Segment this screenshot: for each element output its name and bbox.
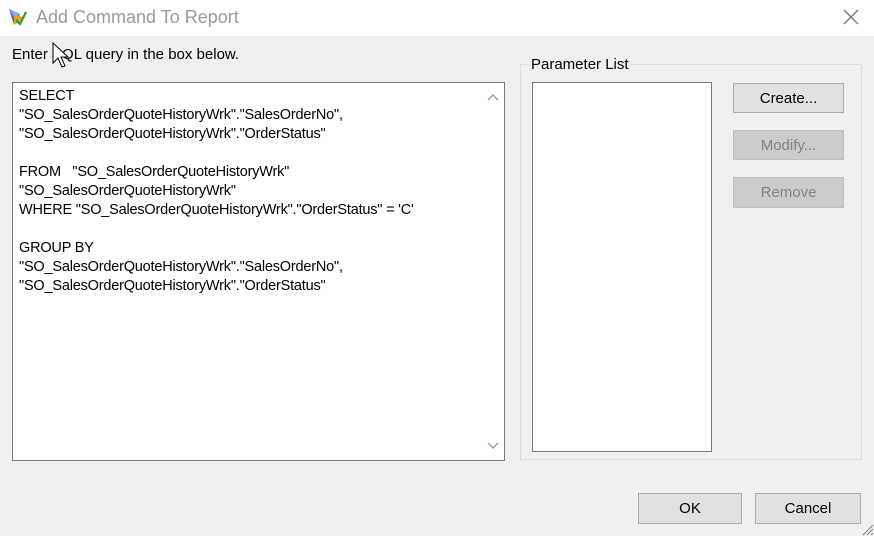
- sql-query-text: SELECT "SO_SalesOrderQuoteHistoryWrk"."S…: [19, 88, 414, 294]
- create-parameter-button[interactable]: Create...: [733, 83, 844, 113]
- ok-button[interactable]: OK: [638, 493, 742, 524]
- resize-grip-icon[interactable]: [858, 520, 874, 536]
- sql-query-textarea[interactable]: SELECT "SO_SalesOrderQuoteHistoryWrk"."S…: [12, 82, 505, 461]
- title-bar[interactable]: Add Command To Report: [0, 0, 874, 36]
- parameter-listbox[interactable]: [532, 82, 712, 452]
- scroll-down-button[interactable]: [482, 434, 504, 458]
- chevron-down-icon: [487, 442, 499, 450]
- vertical-scrollbar[interactable]: [482, 83, 504, 460]
- modify-parameter-button[interactable]: Modify...: [733, 130, 844, 160]
- app-icon: [9, 9, 27, 26]
- window-title: Add Command To Report: [36, 7, 239, 27]
- parameter-list-label: Parameter List: [529, 56, 631, 73]
- remove-parameter-button[interactable]: Remove: [733, 177, 844, 208]
- close-icon: [843, 9, 859, 25]
- mouse-pointer-icon: [52, 42, 70, 68]
- close-button[interactable]: [828, 0, 874, 34]
- instruction-label: Enter SQL query in the box below.: [12, 46, 240, 63]
- add-command-dialog: Add Command To Report Enter SQL query in…: [0, 0, 874, 536]
- chevron-up-icon: [487, 93, 499, 101]
- scroll-up-button[interactable]: [482, 85, 504, 109]
- cancel-button[interactable]: Cancel: [755, 493, 861, 524]
